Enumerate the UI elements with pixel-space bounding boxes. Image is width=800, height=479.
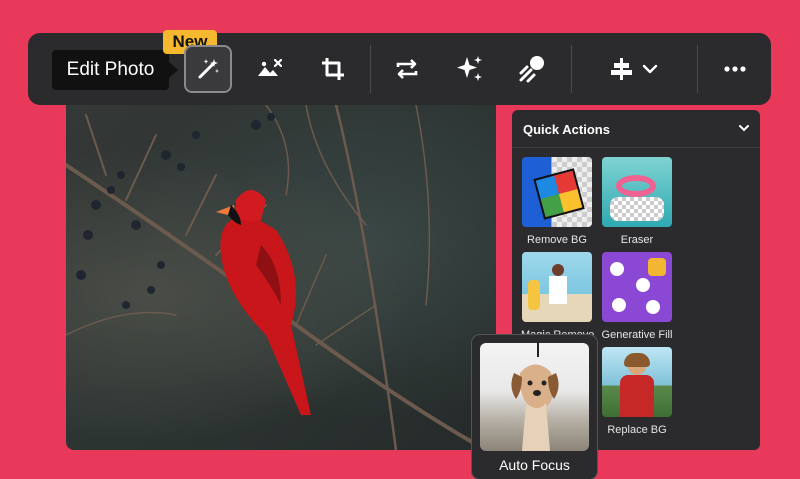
flip-button[interactable]	[383, 45, 431, 93]
more-button[interactable]	[711, 45, 759, 93]
quick-action-generative-fill[interactable]: Generative Fill	[601, 252, 673, 341]
magic-wand-icon	[198, 59, 219, 79]
toolbar-divider	[697, 45, 698, 93]
chevron-down-icon	[642, 64, 658, 74]
quick-action-remove-bg[interactable]: Remove BG	[521, 157, 593, 246]
generative-fill-thumbnail	[602, 252, 672, 322]
sparkle-icon	[457, 56, 482, 81]
swap-icon	[396, 59, 418, 79]
quick-action-eraser[interactable]: Eraser	[601, 157, 673, 246]
magic-remove-thumbnail	[522, 252, 592, 322]
more-icon	[724, 66, 746, 72]
remove-bg-label: Remove BG	[527, 234, 587, 246]
remove-bg-thumbnail	[522, 157, 592, 227]
toolbar-divider	[370, 45, 371, 93]
auto-focus-thumbnail	[480, 343, 589, 451]
chevron-down-icon	[739, 125, 749, 132]
eraser-label: Eraser	[620, 234, 654, 246]
align-icon	[611, 58, 632, 80]
align-dropdown-button[interactable]	[600, 45, 666, 93]
replace-bg-label: Replace BG	[607, 424, 667, 436]
generative-fill-label: Generative Fill	[601, 329, 673, 341]
dog-photo	[511, 343, 559, 451]
auto-focus-card[interactable]: Auto Focus	[472, 335, 597, 479]
crop-button[interactable]	[309, 45, 357, 93]
ai-enhance-button[interactable]	[446, 45, 494, 93]
remove-object-button[interactable]	[246, 45, 294, 93]
edit-photo-tooltip: Edit Photo	[52, 50, 178, 90]
replace-bg-thumbnail	[602, 347, 672, 417]
toolbar-divider	[571, 45, 572, 93]
cardinal-photo	[66, 105, 488, 450]
quick-action-replace-bg[interactable]: Replace BG	[601, 347, 673, 436]
image-remove-icon	[258, 58, 283, 76]
eraser-thumbnail	[602, 157, 672, 227]
quick-actions-title: Quick Actions	[523, 122, 610, 137]
quick-action-magic-remove[interactable]: Magic Remove	[521, 252, 594, 341]
quick-actions-header[interactable]: Quick Actions	[512, 110, 760, 148]
auto-focus-label: Auto Focus	[499, 457, 570, 473]
edit-photo-button[interactable]	[184, 45, 232, 93]
style-transfer-icon	[519, 56, 544, 83]
crop-icon	[322, 58, 344, 80]
effects-button[interactable]	[508, 45, 556, 93]
photo-canvas[interactable]	[66, 105, 496, 450]
